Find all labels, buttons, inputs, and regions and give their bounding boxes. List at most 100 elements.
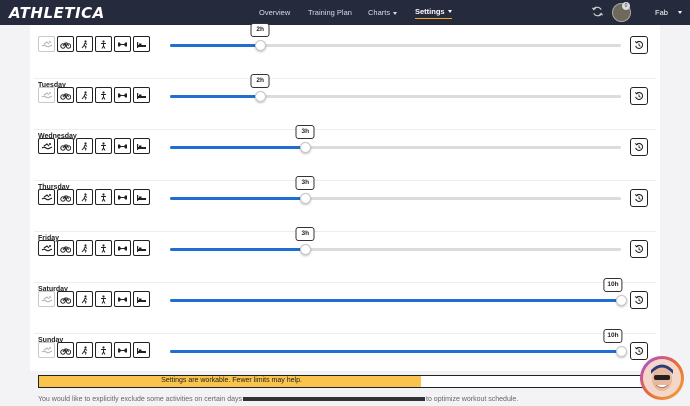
strength-toggle-button[interactable] bbox=[95, 36, 112, 52]
reset-button[interactable] bbox=[630, 87, 648, 105]
run-icon bbox=[81, 39, 88, 49]
weights-toggle-button[interactable] bbox=[114, 138, 131, 154]
slider-fill bbox=[170, 350, 621, 353]
bike-toggle-button[interactable] bbox=[57, 138, 74, 154]
row-divider bbox=[34, 78, 656, 79]
nav-settings[interactable]: Settings bbox=[415, 7, 452, 19]
strength-toggle-button[interactable] bbox=[95, 189, 112, 205]
strength-toggle-button[interactable] bbox=[95, 138, 112, 154]
hours-slider[interactable]: 2h bbox=[170, 23, 621, 51]
hours-slider[interactable]: 2h bbox=[170, 74, 621, 102]
username[interactable]: Fab bbox=[655, 8, 668, 17]
history-icon bbox=[634, 142, 644, 151]
nav-overview[interactable]: Overview bbox=[259, 8, 290, 17]
slider-fill bbox=[170, 197, 306, 200]
swim-toggle-button[interactable] bbox=[38, 189, 55, 205]
bike-toggle-button[interactable] bbox=[57, 342, 74, 358]
redacted-text bbox=[243, 397, 426, 402]
weights-toggle-button[interactable] bbox=[114, 240, 131, 256]
brand-logo[interactable]: ATHLETICA bbox=[9, 4, 105, 22]
run-toggle-button[interactable] bbox=[76, 342, 93, 358]
hours-tooltip: 10h bbox=[603, 278, 623, 292]
rest-toggle-button[interactable] bbox=[133, 240, 150, 256]
reset-button[interactable] bbox=[630, 189, 648, 207]
activity-toggle-group bbox=[38, 291, 150, 307]
swim-toggle-button[interactable] bbox=[38, 36, 55, 52]
rest-toggle-button[interactable] bbox=[133, 87, 150, 103]
weights-toggle-button[interactable] bbox=[114, 189, 131, 205]
run-toggle-button[interactable] bbox=[76, 240, 93, 256]
activity-toggle-group bbox=[38, 36, 150, 52]
weights-toggle-button[interactable] bbox=[114, 342, 131, 358]
activity-toggle-group bbox=[38, 189, 150, 205]
weights-toggle-button[interactable] bbox=[114, 36, 131, 52]
rest-icon bbox=[137, 194, 146, 201]
rest-toggle-button[interactable] bbox=[133, 138, 150, 154]
strength-icon bbox=[101, 39, 106, 49]
sync-icon[interactable] bbox=[591, 5, 604, 18]
hours-tooltip: 2h bbox=[250, 23, 270, 37]
hours-slider[interactable]: 3h bbox=[170, 176, 621, 204]
strength-toggle-button[interactable] bbox=[95, 342, 112, 358]
run-toggle-button[interactable] bbox=[76, 189, 93, 205]
hours-slider[interactable]: 3h bbox=[170, 125, 621, 153]
strength-toggle-button[interactable] bbox=[95, 240, 112, 256]
bike-icon bbox=[60, 93, 71, 100]
run-toggle-button[interactable] bbox=[76, 36, 93, 52]
reset-button[interactable] bbox=[630, 36, 648, 54]
swim-icon bbox=[41, 142, 52, 149]
run-toggle-button[interactable] bbox=[76, 291, 93, 307]
reset-button[interactable] bbox=[630, 138, 648, 156]
hours-tooltip: 10h bbox=[603, 329, 623, 343]
rest-toggle-button[interactable] bbox=[133, 189, 150, 205]
row-divider bbox=[34, 129, 656, 130]
run-toggle-button[interactable] bbox=[76, 138, 93, 154]
activity-toggle-group bbox=[38, 138, 150, 154]
run-icon bbox=[81, 345, 88, 355]
bike-toggle-button[interactable] bbox=[57, 291, 74, 307]
bike-toggle-button[interactable] bbox=[57, 240, 74, 256]
swim-toggle-button[interactable] bbox=[38, 342, 55, 358]
swim-icon bbox=[41, 193, 52, 200]
bike-toggle-button[interactable] bbox=[57, 189, 74, 205]
hours-slider[interactable]: 10h bbox=[170, 329, 627, 357]
run-toggle-button[interactable] bbox=[76, 87, 93, 103]
reset-button[interactable] bbox=[630, 291, 648, 309]
weights-toggle-button[interactable] bbox=[114, 291, 131, 307]
bike-icon bbox=[60, 246, 71, 253]
hours-slider[interactable]: 3h bbox=[170, 227, 621, 255]
weights-icon bbox=[118, 93, 127, 97]
strength-toggle-button[interactable] bbox=[95, 291, 112, 307]
swim-toggle-button[interactable] bbox=[38, 291, 55, 307]
row-divider bbox=[34, 180, 656, 181]
rest-toggle-button[interactable] bbox=[133, 291, 150, 307]
row-divider bbox=[34, 333, 656, 334]
swim-toggle-button[interactable] bbox=[38, 138, 55, 154]
activity-toggle-group bbox=[38, 240, 150, 256]
activity-toggle-group bbox=[38, 342, 150, 358]
rest-toggle-button[interactable] bbox=[133, 342, 150, 358]
weights-icon bbox=[118, 195, 127, 199]
user-menu-chevron-icon[interactable] bbox=[678, 11, 682, 14]
rest-toggle-button[interactable] bbox=[133, 36, 150, 52]
slider-thumb[interactable] bbox=[616, 346, 627, 357]
history-icon bbox=[634, 91, 644, 100]
rest-icon bbox=[137, 143, 146, 150]
slider-thumb[interactable] bbox=[616, 295, 627, 306]
hours-slider[interactable]: 10h bbox=[170, 278, 627, 306]
chevron-down-icon bbox=[447, 10, 452, 14]
strength-toggle-button[interactable] bbox=[95, 87, 112, 103]
swim-toggle-button[interactable] bbox=[38, 87, 55, 103]
swim-toggle-button[interactable] bbox=[38, 240, 55, 256]
bike-toggle-button[interactable] bbox=[57, 36, 74, 52]
reset-button[interactable] bbox=[630, 240, 648, 258]
strength-icon bbox=[101, 141, 106, 151]
bike-toggle-button[interactable] bbox=[57, 87, 74, 103]
nav-charts[interactable]: Charts bbox=[368, 8, 398, 17]
nav-training-plan[interactable]: Training Plan bbox=[308, 8, 352, 17]
row-divider bbox=[34, 282, 656, 283]
weights-toggle-button[interactable] bbox=[114, 87, 131, 103]
coach-avatar-button[interactable] bbox=[640, 356, 684, 400]
reset-button[interactable] bbox=[630, 342, 648, 360]
bike-icon bbox=[60, 195, 71, 202]
